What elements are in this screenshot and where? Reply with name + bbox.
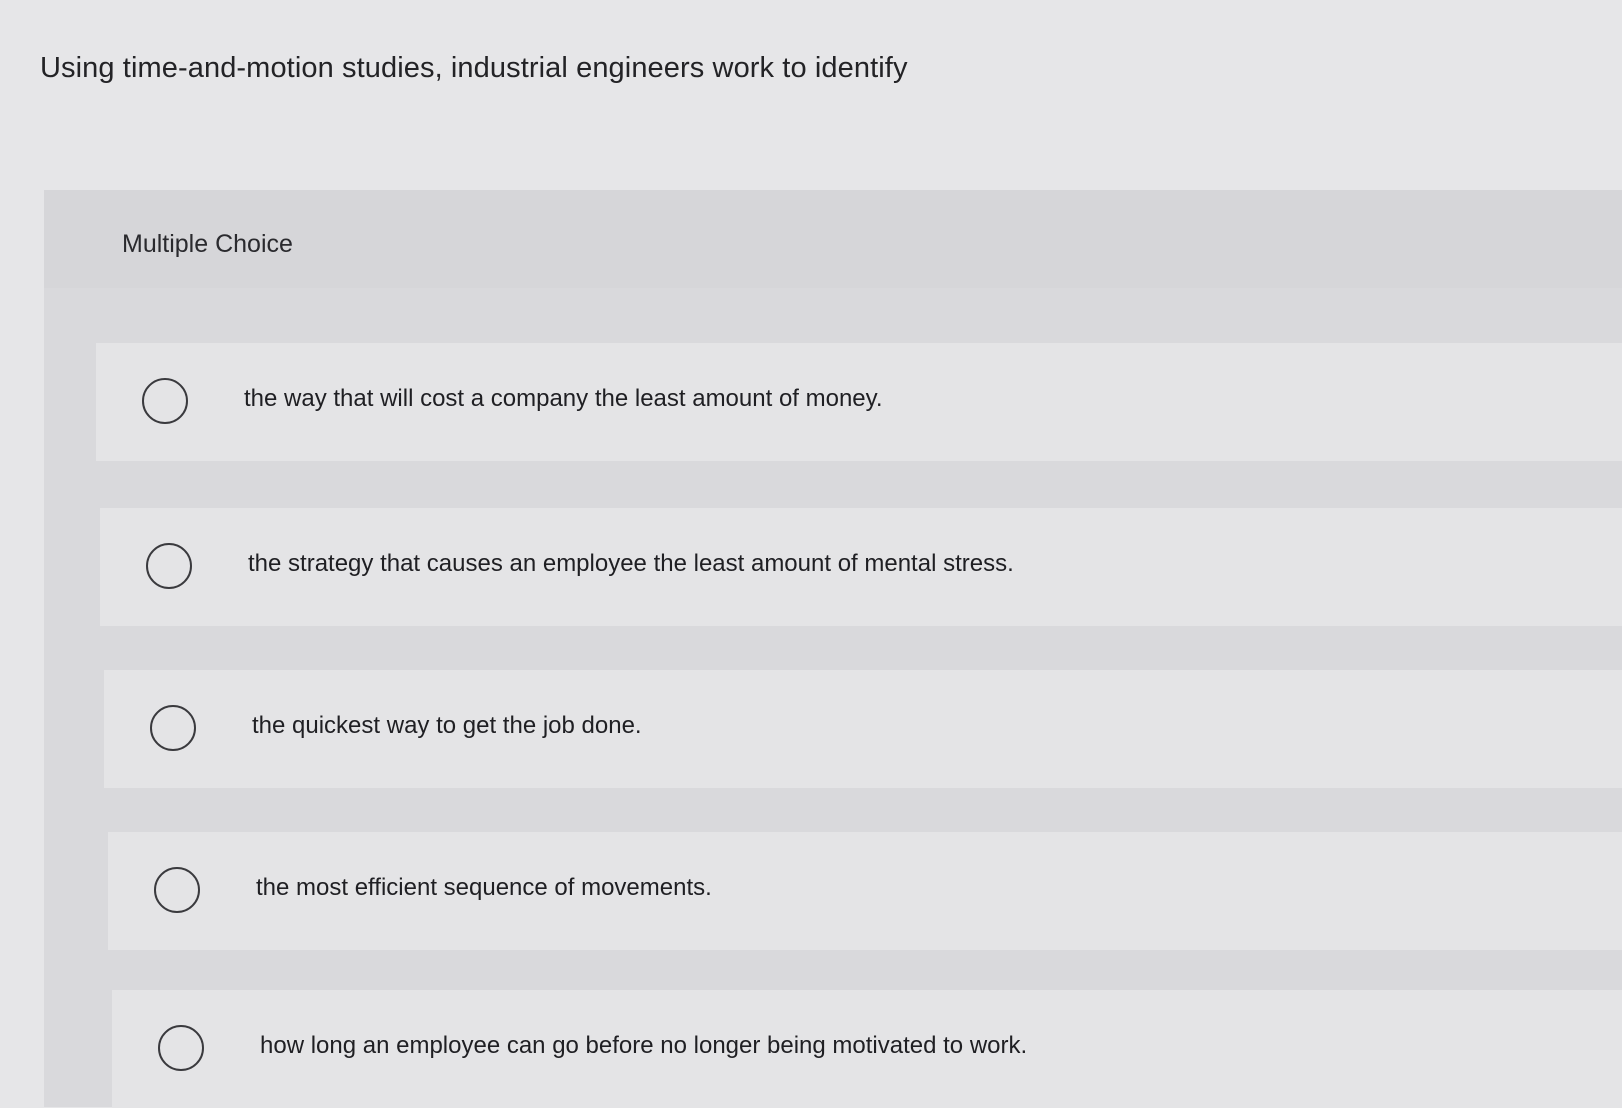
answer-option-label: the way that will cost a company the lea… — [244, 385, 883, 412]
radio-button-icon[interactable] — [154, 867, 200, 913]
answer-option-5[interactable]: how long an employee can go before no lo… — [112, 990, 1622, 1108]
answer-option-3[interactable]: the quickest way to get the job done. — [104, 670, 1622, 788]
radio-button-icon[interactable] — [158, 1025, 204, 1071]
multiple-choice-label: Multiple Choice — [122, 230, 293, 258]
radio-button-icon[interactable] — [150, 705, 196, 751]
radio-button-icon[interactable] — [146, 543, 192, 589]
answer-option-2[interactable]: the strategy that causes an employee the… — [100, 508, 1622, 626]
panel-header: Multiple Choice — [44, 190, 1622, 288]
answer-option-label: how long an employee can go before no lo… — [260, 1032, 1028, 1059]
answer-option-label: the quickest way to get the job done. — [252, 712, 642, 739]
answer-option-1[interactable]: the way that will cost a company the lea… — [96, 343, 1622, 461]
answer-option-4[interactable]: the most efficient sequence of movements… — [108, 832, 1622, 950]
answer-option-label: the most efficient sequence of movements… — [256, 874, 712, 901]
question-text: Using time-and-motion studies, industria… — [40, 52, 908, 84]
answer-option-label: the strategy that causes an employee the… — [248, 550, 1014, 577]
radio-button-icon[interactable] — [142, 378, 188, 424]
multiple-choice-panel: Multiple Choice the way that will cost a… — [44, 190, 1622, 1108]
